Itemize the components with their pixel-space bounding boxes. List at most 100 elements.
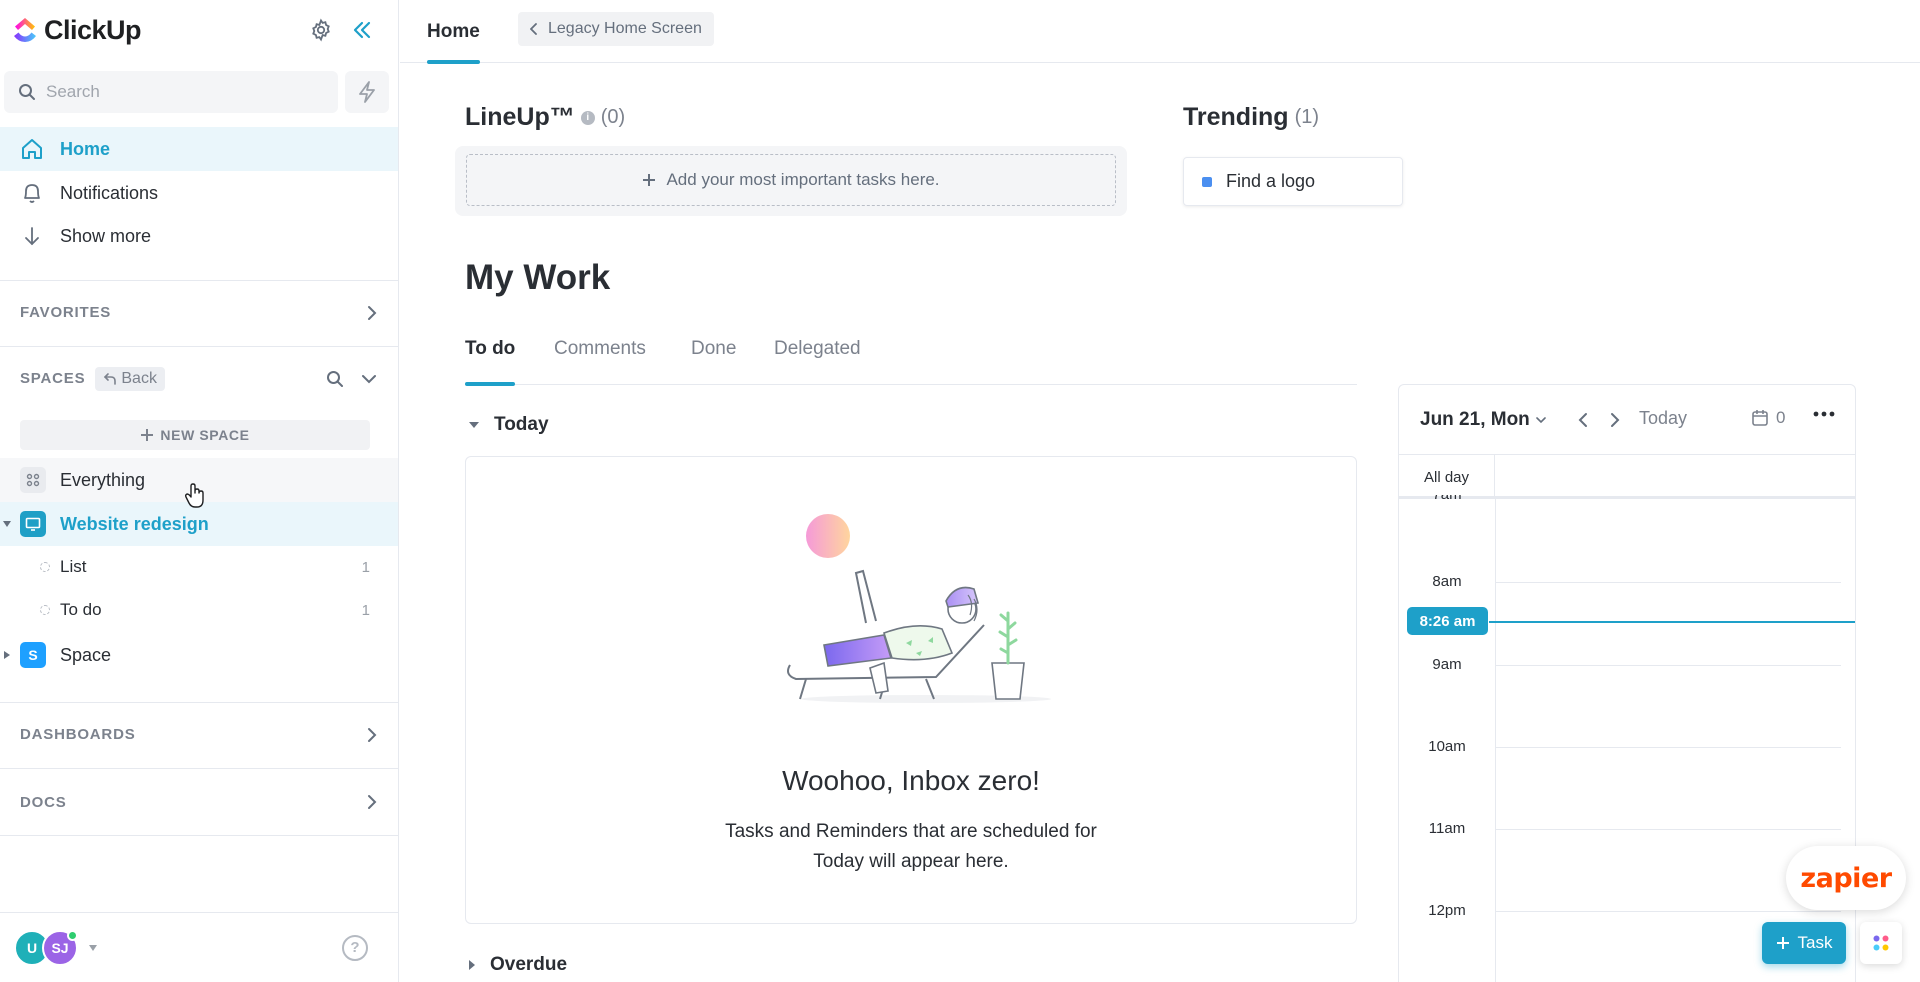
nav-notifications-label: Notifications — [60, 182, 159, 203]
hour-label: 12pm — [1428, 902, 1466, 919]
zapier-button[interactable]: zapier — [1786, 846, 1906, 910]
trending-task-card[interactable]: Find a logo — [1183, 157, 1403, 206]
space-space[interactable]: S Space — [0, 633, 398, 677]
tab-done[interactable]: Done — [691, 330, 736, 385]
all-day-row[interactable]: All day — [1399, 455, 1855, 499]
space-space-label: Space — [60, 644, 112, 665]
tab-to-do[interactable]: To do — [465, 330, 516, 386]
legacy-home-button[interactable]: Legacy Home Screen — [518, 12, 714, 46]
chevron-left-icon — [530, 23, 537, 35]
group-overdue-label: Overdue — [490, 954, 568, 975]
calendar-next-button[interactable] — [1605, 410, 1625, 430]
search-icon[interactable] — [326, 370, 344, 388]
trending-heading: Trending (1) — [1183, 103, 1319, 132]
chevron-right-icon — [1611, 413, 1620, 427]
chevron-right-icon — [368, 795, 377, 809]
chevron-down-icon[interactable] — [360, 373, 378, 385]
help-button[interactable]: ? — [342, 934, 368, 961]
tab-comments[interactable]: Comments — [554, 330, 646, 385]
add-lineup-task-button[interactable]: Add your most important tasks here. — [466, 154, 1116, 206]
hour-line[interactable] — [1495, 582, 1841, 583]
info-icon[interactable]: i — [580, 110, 595, 125]
calendar-date-picker[interactable]: Jun 21, Mon — [1420, 409, 1546, 431]
group-overdue[interactable]: Overdue — [468, 954, 567, 976]
new-space-label: NEW SPACE — [160, 427, 250, 443]
spaces-section: SPACES Back — [0, 346, 398, 410]
zapier-logo-text: zapier — [1800, 862, 1892, 894]
user-footer: U SJ ? — [0, 912, 398, 982]
hour-label: 7am — [1399, 495, 1495, 505]
calendar-scheduled-count[interactable]: 0 — [1751, 408, 1785, 428]
caret-down-icon[interactable] — [2, 520, 12, 528]
calendar-today-button[interactable]: Today — [1639, 408, 1687, 429]
hour-label: 10am — [1428, 738, 1466, 755]
brand-name: ClickUp — [44, 14, 142, 45]
caret-right-icon[interactable] — [3, 650, 11, 660]
task-status-dot — [1202, 176, 1212, 187]
nav-show-more[interactable]: Show more — [0, 214, 398, 258]
time-column-divider — [1495, 499, 1496, 982]
hour-line[interactable] — [1495, 911, 1841, 912]
legacy-home-label: Legacy Home Screen — [548, 20, 702, 37]
new-task-button[interactable]: Task — [1762, 922, 1846, 964]
monitor-icon — [20, 511, 46, 537]
grid-icon — [20, 467, 46, 493]
tab-home[interactable]: Home — [427, 0, 480, 64]
quick-actions-button[interactable] — [345, 71, 389, 113]
avatar[interactable]: SJ — [42, 929, 78, 966]
online-status-dot — [67, 929, 78, 941]
list-item-label: List — [60, 557, 87, 576]
caret-down-icon[interactable] — [88, 944, 98, 952]
all-day-label: All day — [1399, 455, 1495, 499]
group-today[interactable]: Today — [468, 414, 549, 436]
plus-icon — [643, 174, 656, 186]
bell-icon — [24, 184, 40, 203]
search-input[interactable] — [46, 82, 306, 102]
nav-home[interactable]: Home — [0, 127, 398, 171]
collapse-sidebar-button[interactable] — [348, 16, 376, 44]
space-everything-label: Everything — [60, 469, 146, 490]
hand-cursor-icon — [184, 483, 204, 508]
my-work-title: My Work — [465, 258, 611, 297]
chevron-right-icon — [368, 305, 377, 320]
clickup-logo[interactable]: ClickUp — [12, 14, 142, 46]
new-space-button[interactable]: NEW SPACE — [20, 420, 370, 450]
list-item[interactable]: To do 1 — [0, 589, 398, 631]
inbox-zero-description: Tasks and Reminders that are scheduled f… — [466, 817, 1356, 877]
lineup-dropzone: Add your most important tasks here. — [455, 146, 1127, 216]
search-box[interactable] — [4, 71, 338, 113]
trending-task-label: Find a logo — [1226, 171, 1316, 191]
hour-line[interactable] — [1495, 829, 1841, 830]
search-icon — [19, 84, 35, 100]
calendar-count-value: 0 — [1776, 408, 1786, 427]
back-button[interactable]: Back — [95, 366, 165, 391]
nav-notifications[interactable]: Notifications — [0, 171, 398, 215]
calendar-header: Jun 21, Mon Today 0 — [1399, 385, 1855, 455]
my-work-tabs: To do Comments Done Delegated — [465, 330, 1357, 386]
favorites-section[interactable]: FAVORITES — [0, 280, 398, 344]
apps-button[interactable] — [1860, 922, 1902, 964]
settings-button[interactable] — [307, 16, 335, 44]
docs-title: DOCS — [20, 793, 67, 811]
space-initial-avatar: S — [20, 642, 46, 668]
inbox-zero-line: Today will appear here. — [813, 851, 1009, 872]
more-options-icon[interactable] — [1813, 411, 1835, 417]
avatar-initials: SJ — [51, 939, 69, 956]
list-item[interactable]: List 1 — [0, 546, 398, 588]
back-label: Back — [121, 369, 157, 387]
hour-label: 8am — [1432, 573, 1462, 590]
lineup-count: (0) — [600, 106, 626, 128]
calendar-icon — [1752, 410, 1768, 426]
calendar-prev-button[interactable] — [1573, 410, 1593, 430]
chevron-right-icon — [368, 727, 377, 742]
docs-section[interactable]: DOCS — [0, 768, 398, 836]
current-time-line — [1489, 621, 1855, 623]
tab-delegated[interactable]: Delegated — [774, 330, 861, 385]
spaces-title: SPACES — [20, 370, 86, 387]
plus-icon — [1776, 937, 1789, 949]
hour-line[interactable] — [1495, 665, 1841, 666]
lineup-heading: LineUp™ i (0) — [465, 103, 625, 132]
chevron-down-icon — [1535, 416, 1546, 423]
hour-line[interactable] — [1495, 747, 1841, 748]
dashboards-section[interactable]: DASHBOARDS — [0, 702, 398, 766]
